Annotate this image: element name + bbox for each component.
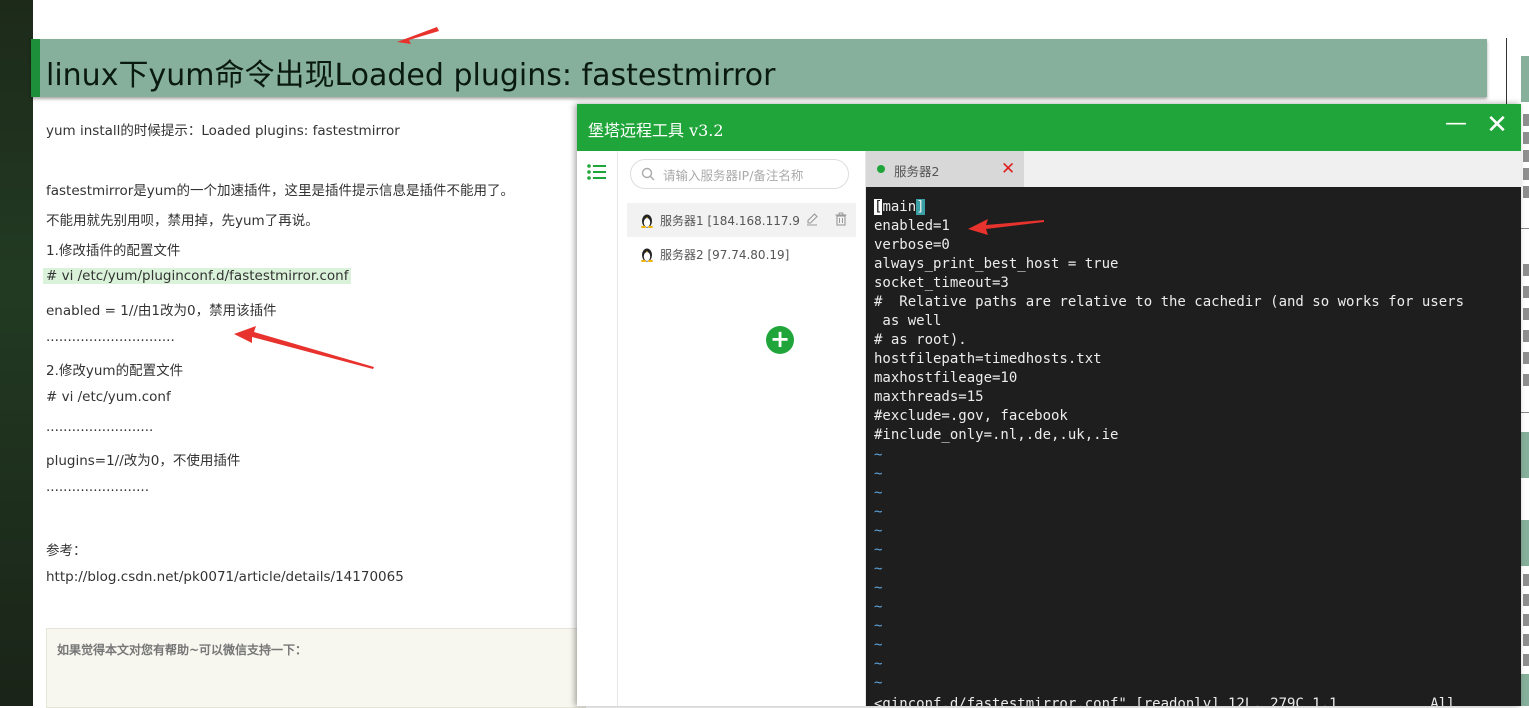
server-list-panel: 服务器1 [184.168.117.92 服务器2 [97.74. (618, 151, 866, 706)
tool-title-bar[interactable]: 堡塔远程工具 v3.2 — ✕ (577, 104, 1521, 151)
terminal-tab-bar: 服务器2 ✕ (866, 151, 1521, 187)
add-server-button[interactable]: + (766, 326, 794, 354)
minimize-button[interactable]: — (1445, 113, 1467, 135)
terminal-tilde: ~ (874, 580, 883, 596)
tool-title: 堡塔远程工具 v3.2 (588, 121, 724, 140)
article-line: ........................ (46, 479, 149, 495)
connected-status-dot (877, 165, 885, 173)
terminal-tilde: ~ (874, 637, 883, 653)
terminal-line: enabled=1 (874, 218, 950, 234)
terminal-tilde: ~ (874, 561, 883, 577)
tool-side-rail (577, 151, 618, 706)
article-line: ......................... (46, 419, 154, 435)
search-icon (641, 167, 655, 181)
sidebar-header-block (1521, 56, 1529, 102)
terminal-line: hostfilepath=timedhosts.txt (874, 351, 1102, 367)
article-line: .............................. (46, 329, 175, 345)
red-arrow-annotation (234, 326, 374, 369)
article-line: yum install的时候提示：Loaded plugins: fastest… (46, 123, 400, 139)
terminal-status-line: <ginconf.d/fastestmirror.conf" [readonly… (874, 696, 1456, 706)
red-arrow-annotation (397, 27, 439, 44)
reference-link[interactable]: http://blog.csdn.net/pk0071/article/deta… (46, 569, 404, 585)
terminal-line: #exclude=.gov, facebook (874, 408, 1068, 424)
terminal-tilde: ~ (874, 523, 883, 539)
article-line: # vi /etc/yum.conf (46, 389, 171, 405)
linux-penguin-icon (641, 248, 653, 262)
article-line: plugins=1//改为0，不使用插件 (46, 453, 241, 469)
server-label: 服务器1 [184.168.117.92 (660, 214, 800, 228)
terminal-line: # as root). (874, 332, 967, 348)
red-arrow-annotation (968, 219, 1044, 235)
tab-label: 服务器2 (894, 164, 940, 179)
terminal-screen[interactable]: [main] enabled=1 verbose=0 always_print_… (866, 187, 1521, 706)
server-search-box[interactable] (630, 159, 849, 189)
terminal-line: maxthreads=15 (874, 389, 984, 405)
server-search-input[interactable] (661, 165, 845, 185)
terminal-line: always_print_best_host = true (874, 256, 1119, 272)
server-item-1[interactable]: 服务器1 [184.168.117.92 (627, 203, 856, 237)
tab-close-icon[interactable]: ✕ (1001, 159, 1015, 179)
trash-icon[interactable] (834, 212, 848, 226)
terminal-tilde: ~ (874, 542, 883, 558)
terminal-line: socket_timeout=3 (874, 275, 1009, 291)
support-box: 如果觉得本文对您有帮助~可以微信支持一下： (46, 628, 586, 708)
remote-tool-window: 堡塔远程工具 v3.2 — ✕ 服务器1 [184.1 (577, 104, 1521, 706)
terminal-tilde: ~ (874, 618, 883, 634)
terminal-line: as well (874, 313, 942, 329)
tab-server-2[interactable]: 服务器2 ✕ (866, 151, 1024, 187)
article-line: 2.修改yum的配置文件 (46, 363, 184, 379)
article-title-bar: linux下yum命令出现Loaded plugins: fastestmirr… (31, 39, 1487, 97)
close-button[interactable]: ✕ (1485, 112, 1509, 138)
terminal-tilde: ~ (874, 485, 883, 501)
terminal-line: [main] (874, 199, 925, 215)
server-label: 服务器2 [97.74.80.19] (660, 248, 790, 262)
article-line: enabled = 1//由1改为0，禁用该插件 (46, 303, 277, 319)
terminal-tilde: ~ (874, 675, 883, 691)
article-line: 1.修改插件的配置文件 (46, 243, 181, 259)
article-line: fastestmirror是yum的一个加速插件，这里是插件提示信息是插件不能用… (46, 183, 514, 199)
article-line: 不能用就先别用呗，禁用掉，先yum了再说。 (46, 213, 319, 229)
terminal-tilde: ~ (874, 466, 883, 482)
terminal-line: verbose=0 (874, 237, 950, 253)
terminal-tilde: ~ (874, 656, 883, 672)
list-menu-icon[interactable] (586, 163, 608, 181)
article-code-line: # vi /etc/yum/pluginconf.d/fastestmirror… (43, 268, 352, 284)
terminal-line: # Relative paths are relative to the cac… (874, 294, 1465, 310)
terminal-line: maxhostfileage=10 (874, 370, 1018, 386)
terminal-tilde: ~ (874, 447, 883, 463)
linux-penguin-icon (641, 214, 653, 228)
article-title: linux下yum命令出现Loaded plugins: fastestmirr… (46, 58, 776, 93)
terminal-line: #include_only=.nl,.de,.uk,.ie (874, 427, 1119, 443)
server-item-2[interactable]: 服务器2 [97.74.80.19] (627, 237, 856, 271)
left-background-strip (0, 0, 33, 706)
terminal-tilde: ~ (874, 504, 883, 520)
edit-icon[interactable] (805, 212, 819, 226)
terminal-tilde: ~ (874, 599, 883, 615)
support-text: 如果觉得本文对您有帮助~可以微信支持一下： (57, 643, 308, 657)
article-line: 参考： (46, 543, 87, 559)
